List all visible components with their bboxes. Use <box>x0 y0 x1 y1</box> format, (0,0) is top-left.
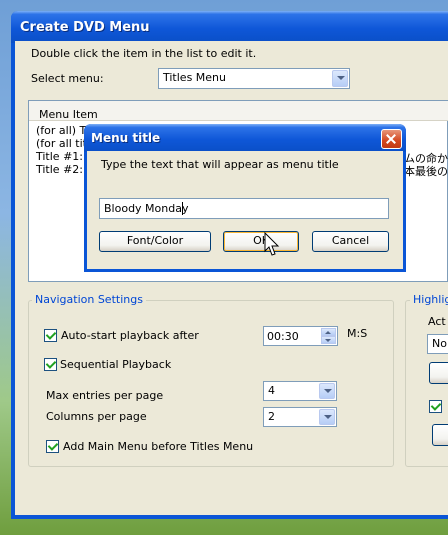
text-caret <box>182 202 183 215</box>
main-window-title: Create DVD Menu <box>20 20 150 35</box>
list-item-fragment: 本最後の <box>404 165 448 178</box>
columns-value: 2 <box>268 410 275 423</box>
chevron-down-icon[interactable] <box>319 383 335 399</box>
columns-label: Columns per page <box>46 410 147 423</box>
max-entries-label: Max entries per page <box>46 389 164 402</box>
highlight-button-2[interactable] <box>432 424 448 446</box>
autostart-time-spinner[interactable]: 00:30 <box>263 326 338 346</box>
spinner-buttons[interactable] <box>321 328 336 344</box>
mouse-cursor-icon <box>264 232 280 256</box>
max-entries-value: 4 <box>268 384 275 397</box>
time-unit-label: M:S <box>347 327 368 340</box>
cancel-button[interactable]: Cancel <box>312 231 389 252</box>
navigation-settings-title: Navigation Settings <box>32 293 146 306</box>
close-icon[interactable] <box>381 129 402 149</box>
select-menu-label: Select menu: <box>31 72 104 85</box>
list-header-menu-item: Menu Item <box>39 108 98 121</box>
ok-button[interactable]: OK <box>223 231 299 252</box>
chevron-down-icon[interactable] <box>332 70 348 87</box>
spin-down-icon[interactable] <box>321 336 336 344</box>
sequential-checkbox[interactable] <box>44 358 57 371</box>
max-entries-dropdown[interactable]: 4 <box>263 381 337 401</box>
columns-dropdown[interactable]: 2 <box>263 407 337 427</box>
highlight-dropdown[interactable]: No <box>427 334 448 354</box>
instruction-text: Double click the item in the list to edi… <box>31 47 257 60</box>
menu-title-input-value: Bloody Monday <box>104 202 189 215</box>
add-main-menu-checkbox[interactable] <box>46 440 59 453</box>
select-menu-value: Titles Menu <box>163 71 227 84</box>
highlight-dropdown-value: No <box>432 337 447 350</box>
autostart-time-value: 00:30 <box>267 330 299 343</box>
highlight-checkbox[interactable] <box>429 400 442 413</box>
font-color-button[interactable]: Font/Color <box>99 231 211 252</box>
spin-up-icon[interactable] <box>321 328 336 336</box>
list-item[interactable]: (for all) T <box>36 124 86 137</box>
dialog-prompt: Type the text that will appear as menu t… <box>101 158 339 171</box>
add-main-menu-label: Add Main Menu before Titles Menu <box>63 440 254 453</box>
select-menu-dropdown[interactable]: Titles Menu <box>158 68 350 89</box>
highlight-group-title: Highlig <box>410 293 448 306</box>
chevron-down-icon[interactable] <box>319 409 335 425</box>
highlight-button[interactable] <box>429 362 448 384</box>
menu-title-input[interactable]: Bloody Monday <box>99 198 389 219</box>
autostart-label: Auto-start playback after <box>61 329 199 342</box>
autostart-checkbox[interactable] <box>44 329 57 342</box>
highlight-act-label: Act <box>428 315 446 328</box>
dialog-title: Menu title <box>91 131 161 145</box>
sequential-label: Sequential Playback <box>60 358 172 371</box>
list-item[interactable]: (for all tit <box>36 137 87 150</box>
